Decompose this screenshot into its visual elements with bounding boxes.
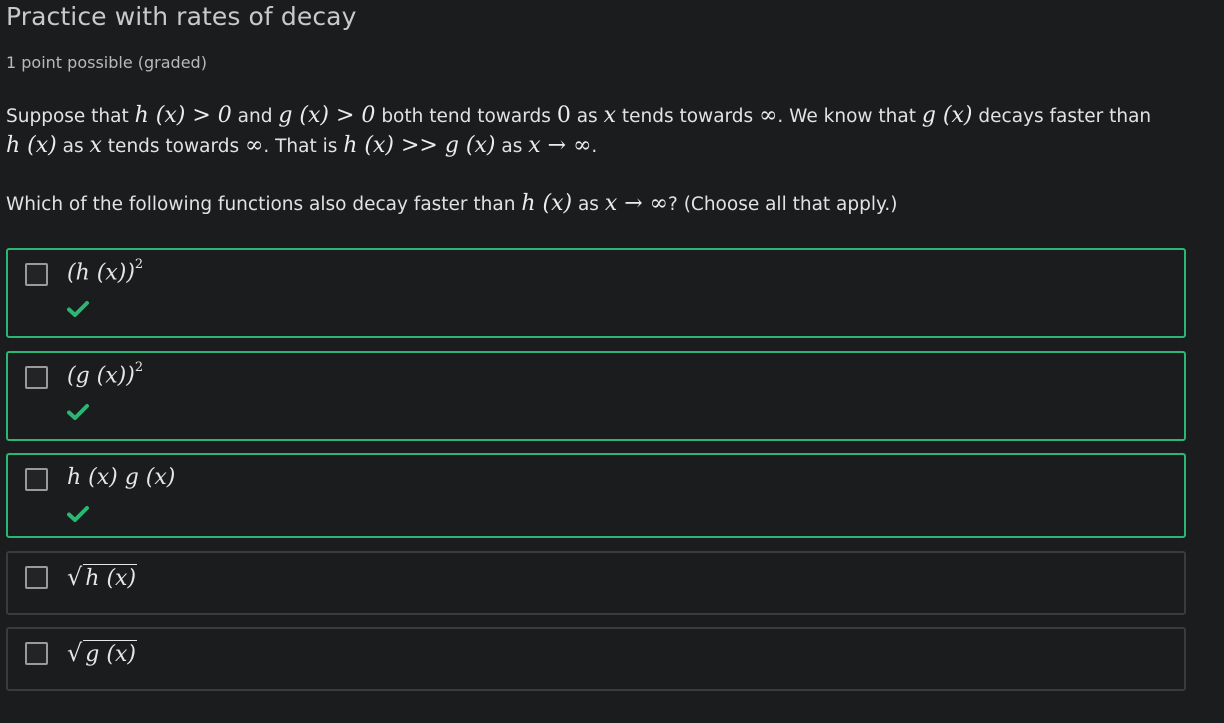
check-icon [67,404,89,420]
choice-label[interactable]: h (x) g (x) [67,465,175,490]
choice-math: (g (x)) [67,363,135,389]
check-icon [67,506,89,522]
checkbox-icon[interactable] [25,642,48,665]
math-g: g (x) [921,103,973,128]
checkbox-icon[interactable] [25,366,48,389]
math-h: h (x) [521,191,573,216]
math-h-gg-g: h (x) >> g (x) [343,133,496,158]
sqrt-expression: √ g (x) [67,639,137,667]
choice-sqrt-g[interactable]: √ g (x) [6,627,1186,691]
text: Suppose that [6,106,135,127]
choice-label[interactable]: √ g (x) [67,639,137,667]
text: as [56,136,90,157]
choice-label[interactable]: (h (x))2 [67,257,144,286]
text: decays faster than [972,106,1152,127]
text: tends towards [615,106,760,127]
choice-g-squared[interactable]: (g (x))2 [6,351,1186,441]
problem-title: Practice with rates of decay [6,2,357,31]
math-g-positive: g (x) > 0 [278,103,376,128]
points-possible: 1 point possible (graded) [6,53,207,72]
math-zero: 0 [556,103,571,128]
problem-statement-line-2: h (x) as x tends towards ∞. That is h (x… [6,131,597,162]
math-x: x [89,133,102,158]
choice-math: (h (x)) [67,260,135,286]
choice-label[interactable]: (g (x))2 [67,360,144,389]
check-icon [67,301,89,317]
checkbox-icon[interactable] [25,566,48,589]
radical-sign: √ [67,639,83,667]
choice-math: h (x) [83,564,138,591]
math-h: h (x) [6,133,57,158]
math-x-to-infinity: x → ∞ [528,133,592,158]
question-prompt: Which of the following functions also de… [6,189,897,220]
text: . We know that [777,106,922,127]
math-h-positive: h (x) > 0 [134,103,232,128]
text: as [495,136,529,157]
text: . [591,136,598,157]
checkbox-icon[interactable] [25,263,48,286]
math-x: x [603,103,616,128]
text: tends towards [101,136,246,157]
choice-label[interactable]: √ h (x) [67,563,138,591]
problem-page: Practice with rates of decay 1 point pos… [0,0,1224,723]
choice-sqrt-h[interactable]: √ h (x) [6,551,1186,615]
text: both tend towards [375,106,557,127]
problem-statement-line-1: Suppose that h (x) > 0 and g (x) > 0 bot… [6,101,1151,132]
math-infinity: ∞ [245,133,264,158]
choice-exponent: 2 [134,360,144,375]
choice-math: g (x) [83,640,137,667]
choice-h-times-g[interactable]: h (x) g (x) [6,453,1186,538]
math-infinity: ∞ [759,103,778,128]
checkbox-icon[interactable] [25,468,48,491]
math-x-to-infinity: x → ∞ [604,191,668,216]
text: and [231,106,279,127]
text: . That is [263,136,344,157]
sqrt-expression: √ h (x) [67,563,138,591]
choice-h-squared[interactable]: (h (x))2 [6,248,1186,338]
text: ? (Choose all that apply.) [668,194,898,215]
radical-sign: √ [67,563,83,591]
text: as [572,194,605,215]
choice-exponent: 2 [134,257,144,272]
choice-math: h (x) g (x) [67,465,176,490]
text: as [570,106,604,127]
text: Which of the following functions also de… [6,194,522,215]
